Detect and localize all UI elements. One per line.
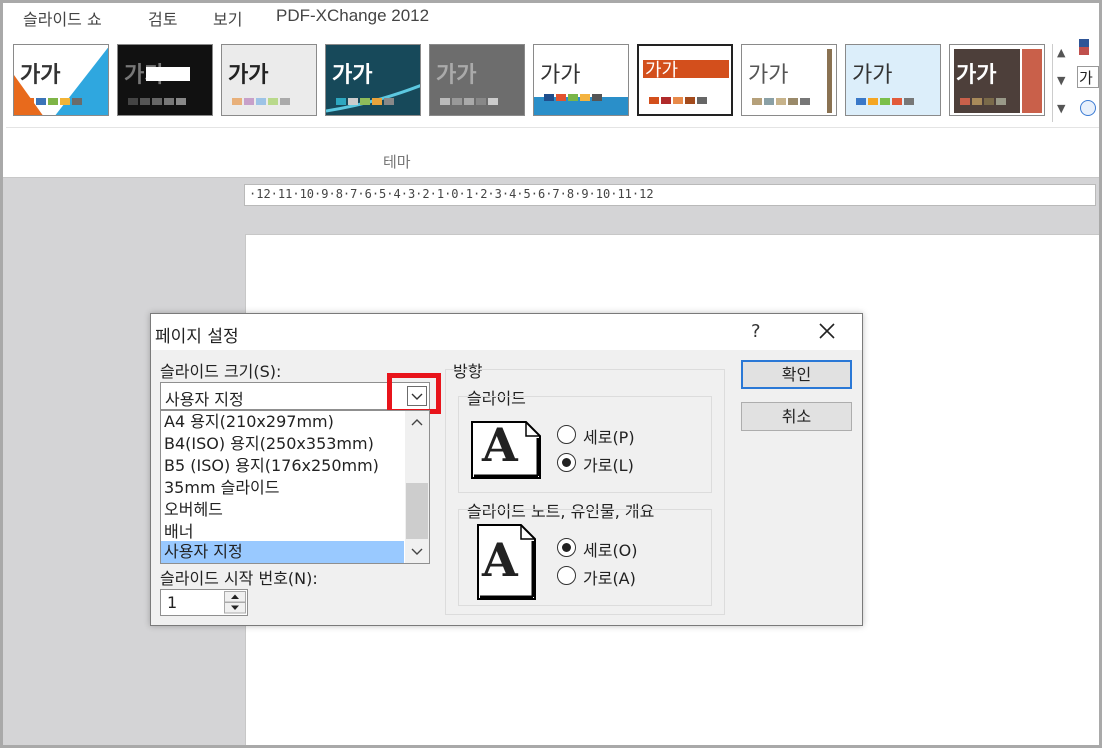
- theme-thumbnail[interactable]: 가가: [117, 44, 213, 116]
- notes-landscape-radio[interactable]: [557, 566, 576, 585]
- menu-view[interactable]: 보기: [213, 6, 242, 30]
- horizontal-ruler: ·12·11·10·9·8·7·6·5·4·3·2·1·0·1·2·3·4·5·…: [244, 184, 1096, 206]
- list-item-selected[interactable]: 사용자 지정: [161, 541, 404, 563]
- slides-landscape-radio[interactable]: [557, 453, 576, 472]
- theme-gallery: 가가 가가 가가 가가 가가 가가 가가 가가 가가 가가: [11, 44, 1051, 122]
- theme-swatches: [856, 98, 914, 105]
- slides-portrait-label[interactable]: 세로(P): [583, 424, 635, 448]
- slide-size-listbox[interactable]: A4 용지(210x297mm) B4(ISO) 용지(250x353mm) B…: [160, 410, 430, 564]
- theme-swatches: [336, 98, 394, 105]
- list-scrollbar[interactable]: [405, 411, 429, 563]
- gallery-scroll[interactable]: ▲ ▼ ▼: [1052, 44, 1072, 122]
- color-scheme-icon[interactable]: [1079, 39, 1089, 47]
- theme-text: 가가: [645, 60, 679, 81]
- list-item[interactable]: A4 용지(210x297mm): [161, 411, 404, 433]
- ok-button[interactable]: 확인: [741, 360, 852, 389]
- scroll-up-icon[interactable]: [405, 413, 429, 433]
- spinner-buttons[interactable]: [224, 591, 246, 614]
- slide-size-label: 슬라이드 크기(S):: [160, 362, 282, 381]
- theme-thumbnail[interactable]: 가가: [949, 44, 1045, 116]
- theme-text: 가가: [436, 63, 477, 88]
- gallery-scroll-up-icon[interactable]: ▲: [1057, 46, 1065, 59]
- highlight-box: [387, 373, 441, 414]
- menu-bar: 슬라이드 쇼 검토 보기 PDF-XChange 2012: [3, 3, 1099, 31]
- list-item[interactable]: B5 (ISO) 용지(176x250mm): [161, 455, 404, 477]
- theme-thumbnail[interactable]: 가가: [13, 44, 109, 116]
- page-setup-dialog: 페이지 설정 ? 슬라이드 크기(S): 사용자 지정 A4 용지(210x29…: [150, 313, 863, 626]
- slide-size-value: 사용자 지정: [165, 390, 244, 409]
- notes-portrait-radio[interactable]: [557, 538, 576, 557]
- scroll-down-icon[interactable]: [405, 541, 429, 561]
- theme-thumbnail[interactable]: 가가: [637, 44, 733, 116]
- theme-swatches: [24, 98, 82, 105]
- theme-text: 가가: [540, 63, 581, 88]
- notes-landscape-label[interactable]: 가로(A): [583, 565, 636, 589]
- theme-text: 가가: [228, 63, 269, 88]
- theme-thumbnail[interactable]: 가가: [741, 44, 837, 116]
- theme-text: 가가: [20, 63, 61, 88]
- list-item[interactable]: 배너: [161, 521, 404, 543]
- close-icon[interactable]: [817, 321, 837, 341]
- help-button[interactable]: ?: [751, 321, 761, 342]
- cancel-button[interactable]: 취소: [741, 402, 852, 431]
- ribbon: 가가 가가 가가 가가 가가 가가 가가 가가 가가 가가 ▲ ▼ ▼ 가 테마: [3, 31, 1099, 178]
- slides-landscape-label[interactable]: 가로(L): [583, 452, 634, 476]
- portrait-page-letter: A: [482, 533, 518, 587]
- ribbon-separator: [6, 127, 1099, 128]
- theme-art: [146, 67, 190, 81]
- menu-review[interactable]: 검토: [148, 6, 177, 30]
- spinner-arrows-icon[interactable]: [224, 591, 246, 614]
- theme-swatches: [232, 98, 290, 105]
- start-number-value[interactable]: 1: [167, 593, 177, 612]
- theme-swatches: [752, 98, 810, 105]
- theme-text: 가가: [852, 63, 893, 88]
- gallery-scroll-down-icon[interactable]: ▼: [1057, 74, 1065, 87]
- notes-portrait-label[interactable]: 세로(O): [583, 537, 638, 561]
- theme-thumbnail[interactable]: 가가: [429, 44, 525, 116]
- theme-thumbnail[interactable]: 가가: [845, 44, 941, 116]
- theme-text: 가가: [956, 63, 997, 88]
- list-item[interactable]: 35mm 슬라이드: [161, 477, 404, 499]
- theme-swatches: [440, 98, 498, 105]
- start-number-spinner[interactable]: 1: [160, 589, 248, 616]
- landscape-page-letter: A: [482, 418, 518, 472]
- theme-thumbnail[interactable]: 가가: [221, 44, 317, 116]
- dialog-title: 페이지 설정: [155, 327, 239, 347]
- theme-art: [827, 49, 832, 113]
- list-item[interactable]: B4(ISO) 용지(250x353mm): [161, 433, 404, 455]
- theme-art-accent: [1022, 49, 1042, 113]
- gallery-more-icon[interactable]: ▼: [1057, 102, 1065, 115]
- theme-text: 가가: [748, 63, 789, 88]
- menu-slideshow[interactable]: 슬라이드 쇼: [23, 6, 102, 30]
- slides-portrait-radio[interactable]: [557, 425, 576, 444]
- effects-icon[interactable]: [1080, 100, 1096, 116]
- theme-art: [326, 84, 420, 113]
- ribbon-right-controls: 가: [1077, 36, 1099, 126]
- menu-pdf-xchange[interactable]: PDF-XChange 2012: [276, 6, 429, 26]
- color-scheme-icon-accent: [1079, 47, 1089, 55]
- start-number-label: 슬라이드 시작 번호(N):: [160, 569, 318, 588]
- scroll-thumb[interactable]: [406, 483, 428, 539]
- theme-thumbnail[interactable]: 가가: [533, 44, 629, 116]
- theme-thumbnail[interactable]: 가가: [325, 44, 421, 116]
- fonts-button[interactable]: 가: [1077, 66, 1099, 88]
- list-item[interactable]: 오버헤드: [161, 499, 404, 521]
- ribbon-group-label: 테마: [383, 153, 411, 171]
- theme-swatches: [544, 94, 602, 101]
- theme-swatches: [960, 98, 1006, 105]
- theme-swatches: [649, 97, 707, 104]
- dialog-titlebar: 페이지 설정 ?: [151, 314, 862, 350]
- ruler-scale: ·12·11·10·9·8·7·6·5·4·3·2·1·0·1·2·3·4·5·…: [249, 187, 654, 201]
- fonts-glyph: 가: [1079, 69, 1093, 87]
- theme-swatches: [128, 98, 186, 105]
